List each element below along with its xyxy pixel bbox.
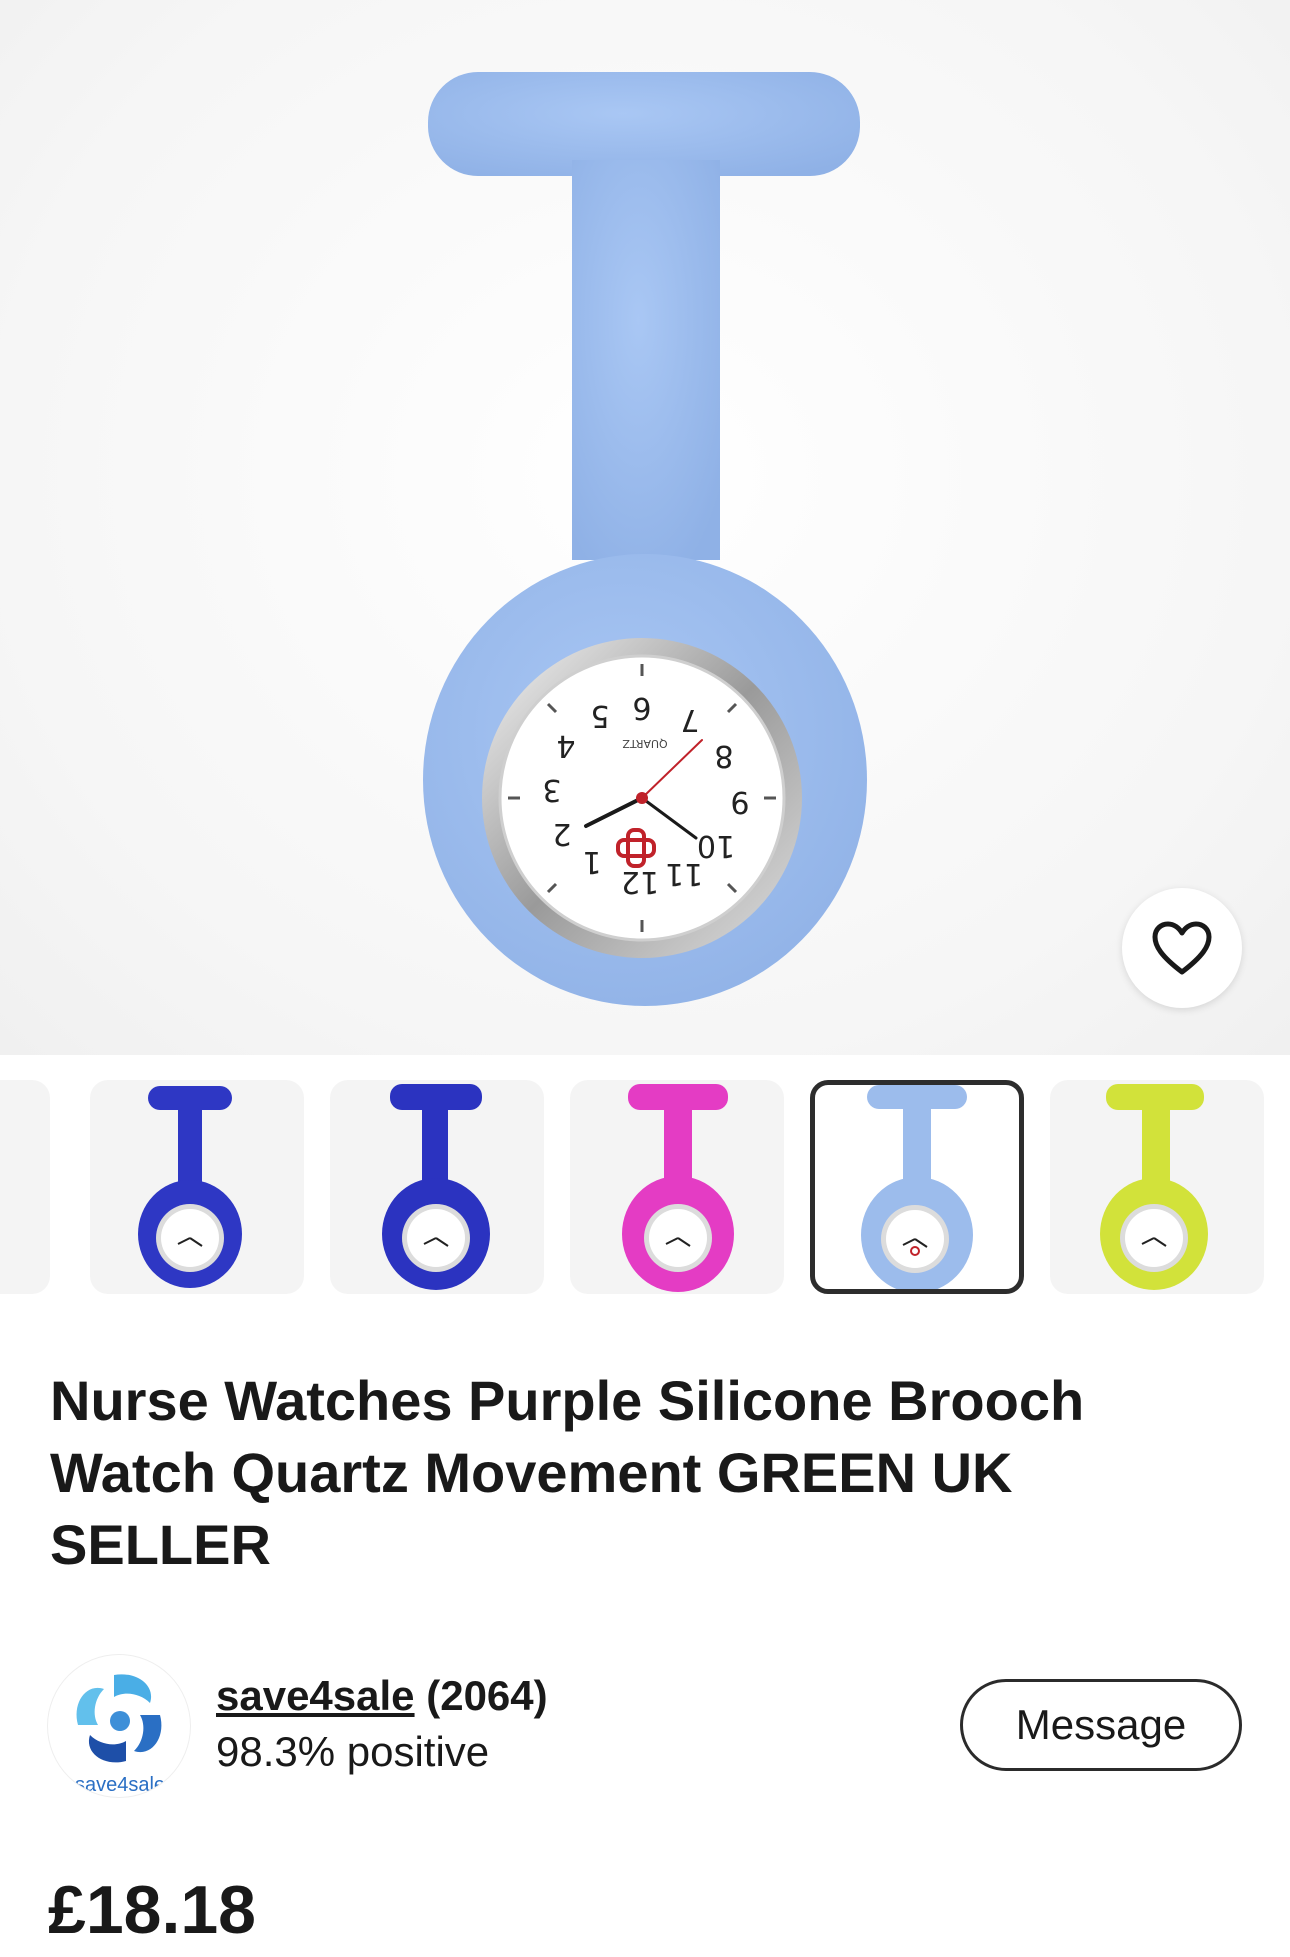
watch-thumbnail-image (382, 1084, 490, 1290)
watch-thumbnail-image (138, 1086, 242, 1288)
favorite-button[interactable] (1122, 888, 1242, 1008)
svg-text:10: 10 (697, 828, 735, 863)
seller-name-link[interactable]: save4sale (216, 1672, 415, 1719)
svg-text:4: 4 (556, 728, 575, 763)
svg-text:7: 7 (680, 702, 699, 737)
thumbnail-3[interactable] (330, 1080, 544, 1294)
svg-text:12: 12 (621, 864, 659, 899)
thumbnail-1[interactable] (0, 1080, 50, 1294)
thumbnail-6[interactable] (1050, 1080, 1264, 1294)
svg-text:1: 1 (582, 844, 601, 879)
watch-thumbnail-image (861, 1085, 973, 1289)
watch-thumbnail-image (622, 1084, 734, 1292)
thumbnail-4[interactable] (570, 1080, 784, 1294)
nurse-watch-image: 6 5 4 3 2 1 12 11 10 9 8 7 QUARTZ (423, 72, 867, 1006)
svg-text:9: 9 (730, 784, 749, 819)
watch-thumbnail-image (1100, 1084, 1208, 1290)
svg-text:8: 8 (714, 738, 733, 773)
svg-text:5: 5 (590, 698, 609, 733)
svg-text:6: 6 (632, 690, 651, 725)
svg-text:2: 2 (552, 816, 571, 851)
thumbnail-2[interactable] (90, 1080, 304, 1294)
seller-logo-icon: save4sale (75, 1674, 165, 1796)
product-image[interactable]: 6 5 4 3 2 1 12 11 10 9 8 7 QUARTZ (0, 0, 1290, 1055)
heart-icon (1152, 921, 1212, 975)
seller-positive-rating: 98.3% positive (216, 1728, 490, 1775)
svg-text:save4sale: save4sale (75, 1774, 165, 1796)
listing-price: £18.18 (48, 1872, 256, 1948)
listing-title: Nurse Watches Purple Silicone Brooch Wat… (50, 1369, 1085, 1576)
seller-avatar[interactable]: save4sale (48, 1655, 190, 1797)
thumbnail-5-selected[interactable] (810, 1080, 1024, 1294)
svg-text:3: 3 (542, 772, 561, 807)
image-thumbnail-strip[interactable] (0, 1078, 1290, 1296)
message-seller-button[interactable]: Message (960, 1679, 1242, 1771)
dial-brand-text: QUARTZ (622, 737, 668, 750)
seller-feedback-count: (2064) (426, 1672, 548, 1719)
seller-info: save4sale (2064) 98.3% positive (216, 1668, 548, 1780)
